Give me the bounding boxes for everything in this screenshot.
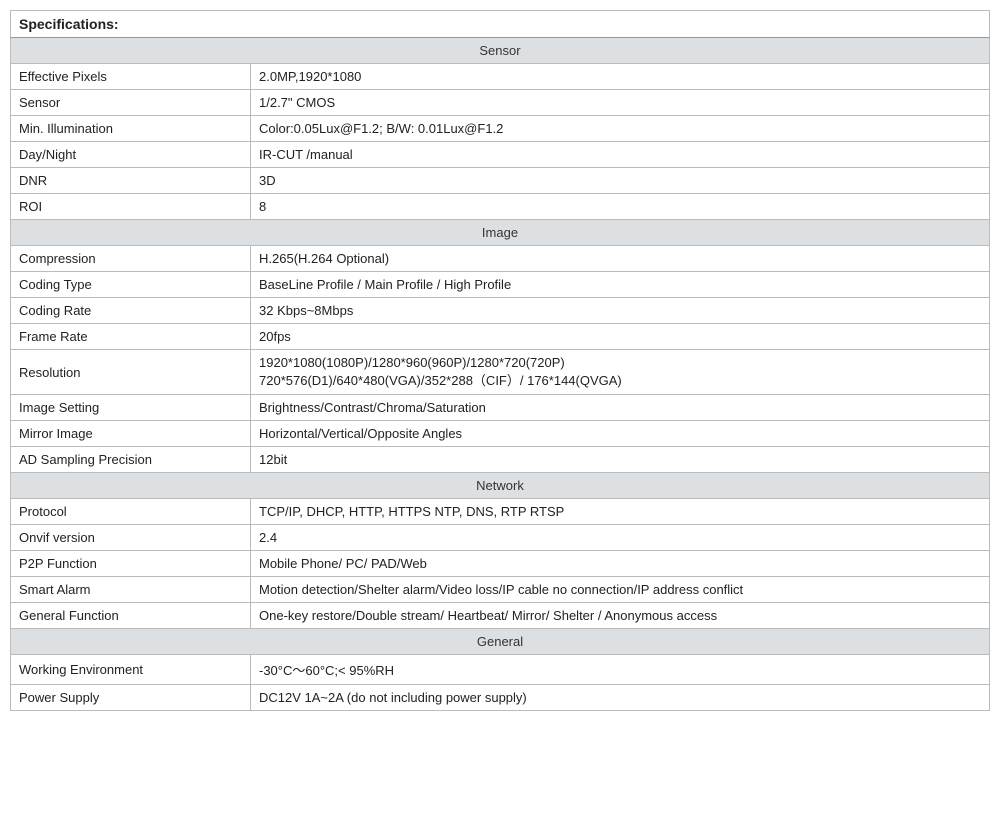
table-row: Frame Rate20fps (11, 324, 990, 350)
row-label: Onvif version (11, 525, 251, 551)
table-row: Power SupplyDC12V 1A~2A (do not includin… (11, 685, 990, 711)
table-row: Effective Pixels2.0MP,1920*1080 (11, 64, 990, 90)
row-value: 2.4 (251, 525, 990, 551)
section-title-1: Image (11, 220, 990, 246)
row-label: Working Environment (11, 655, 251, 685)
row-value: One-key restore/Double stream/ Heartbeat… (251, 603, 990, 629)
section-header-2: Network (11, 473, 990, 499)
table-row: Min. IlluminationColor:0.05Lux@F1.2; B/W… (11, 116, 990, 142)
row-label: Compression (11, 246, 251, 272)
specs-title: Specifications: (11, 11, 990, 38)
row-value: 2.0MP,1920*1080 (251, 64, 990, 90)
table-row: General FunctionOne-key restore/Double s… (11, 603, 990, 629)
row-label: Coding Type (11, 272, 251, 298)
section-title-0: Sensor (11, 38, 990, 64)
row-value: Color:0.05Lux@F1.2; B/W: 0.01Lux@F1.2 (251, 116, 990, 142)
table-row: Image SettingBrightness/Contrast/Chroma/… (11, 395, 990, 421)
row-value: BaseLine Profile / Main Profile / High P… (251, 272, 990, 298)
section-header-1: Image (11, 220, 990, 246)
row-label: Effective Pixels (11, 64, 251, 90)
row-label: AD Sampling Precision (11, 447, 251, 473)
table-row: Onvif version2.4 (11, 525, 990, 551)
row-label: Resolution (11, 350, 251, 395)
section-title-3: General (11, 629, 990, 655)
table-row: Resolution1920*1080(1080P)/1280*960(960P… (11, 350, 990, 395)
row-label: Coding Rate (11, 298, 251, 324)
table-row: Coding TypeBaseLine Profile / Main Profi… (11, 272, 990, 298)
table-row: Day/NightIR-CUT /manual (11, 142, 990, 168)
row-label: Smart Alarm (11, 577, 251, 603)
row-label: Image Setting (11, 395, 251, 421)
section-header-3: General (11, 629, 990, 655)
row-value: H.265(H.264 Optional) (251, 246, 990, 272)
row-value: -30°C～60°C;< 95%RH (251, 655, 990, 685)
section-title-2: Network (11, 473, 990, 499)
row-value: 1920*1080(1080P)/1280*960(960P)/1280*720… (251, 350, 990, 395)
row-value: DC12V 1A~2A (do not including power supp… (251, 685, 990, 711)
row-value: Mobile Phone/ PC/ PAD/Web (251, 551, 990, 577)
table-row: Working Environment-30°C～60°C;< 95%RH (11, 655, 990, 685)
table-row: ProtocolTCP/IP, DHCP, HTTP, HTTPS NTP, D… (11, 499, 990, 525)
row-label: General Function (11, 603, 251, 629)
section-header-0: Sensor (11, 38, 990, 64)
row-label: Sensor (11, 90, 251, 116)
table-row: Mirror ImageHorizontal/Vertical/Opposite… (11, 421, 990, 447)
row-value: 32 Kbps~8Mbps (251, 298, 990, 324)
table-row: Smart AlarmMotion detection/Shelter alar… (11, 577, 990, 603)
title-row: Specifications: (11, 11, 990, 38)
row-value: 1/2.7" CMOS (251, 90, 990, 116)
table-row: ROI8 (11, 194, 990, 220)
row-value: TCP/IP, DHCP, HTTP, HTTPS NTP, DNS, RTP … (251, 499, 990, 525)
row-label: ROI (11, 194, 251, 220)
row-label: Day/Night (11, 142, 251, 168)
table-row: Coding Rate32 Kbps~8Mbps (11, 298, 990, 324)
table-row: Sensor1/2.7" CMOS (11, 90, 990, 116)
row-label: P2P Function (11, 551, 251, 577)
row-label: DNR (11, 168, 251, 194)
row-value: 20fps (251, 324, 990, 350)
row-label: Mirror Image (11, 421, 251, 447)
row-value: 3D (251, 168, 990, 194)
table-row: DNR3D (11, 168, 990, 194)
row-value: Motion detection/Shelter alarm/Video los… (251, 577, 990, 603)
row-label: Power Supply (11, 685, 251, 711)
table-row: P2P FunctionMobile Phone/ PC/ PAD/Web (11, 551, 990, 577)
row-label: Min. Illumination (11, 116, 251, 142)
specs-table: Specifications:SensorEffective Pixels2.0… (10, 10, 990, 711)
row-value: IR-CUT /manual (251, 142, 990, 168)
row-value: Brightness/Contrast/Chroma/Saturation (251, 395, 990, 421)
row-label: Frame Rate (11, 324, 251, 350)
row-label: Protocol (11, 499, 251, 525)
table-row: CompressionH.265(H.264 Optional) (11, 246, 990, 272)
row-value: Horizontal/Vertical/Opposite Angles (251, 421, 990, 447)
row-value: 12bit (251, 447, 990, 473)
row-value: 8 (251, 194, 990, 220)
table-row: AD Sampling Precision12bit (11, 447, 990, 473)
